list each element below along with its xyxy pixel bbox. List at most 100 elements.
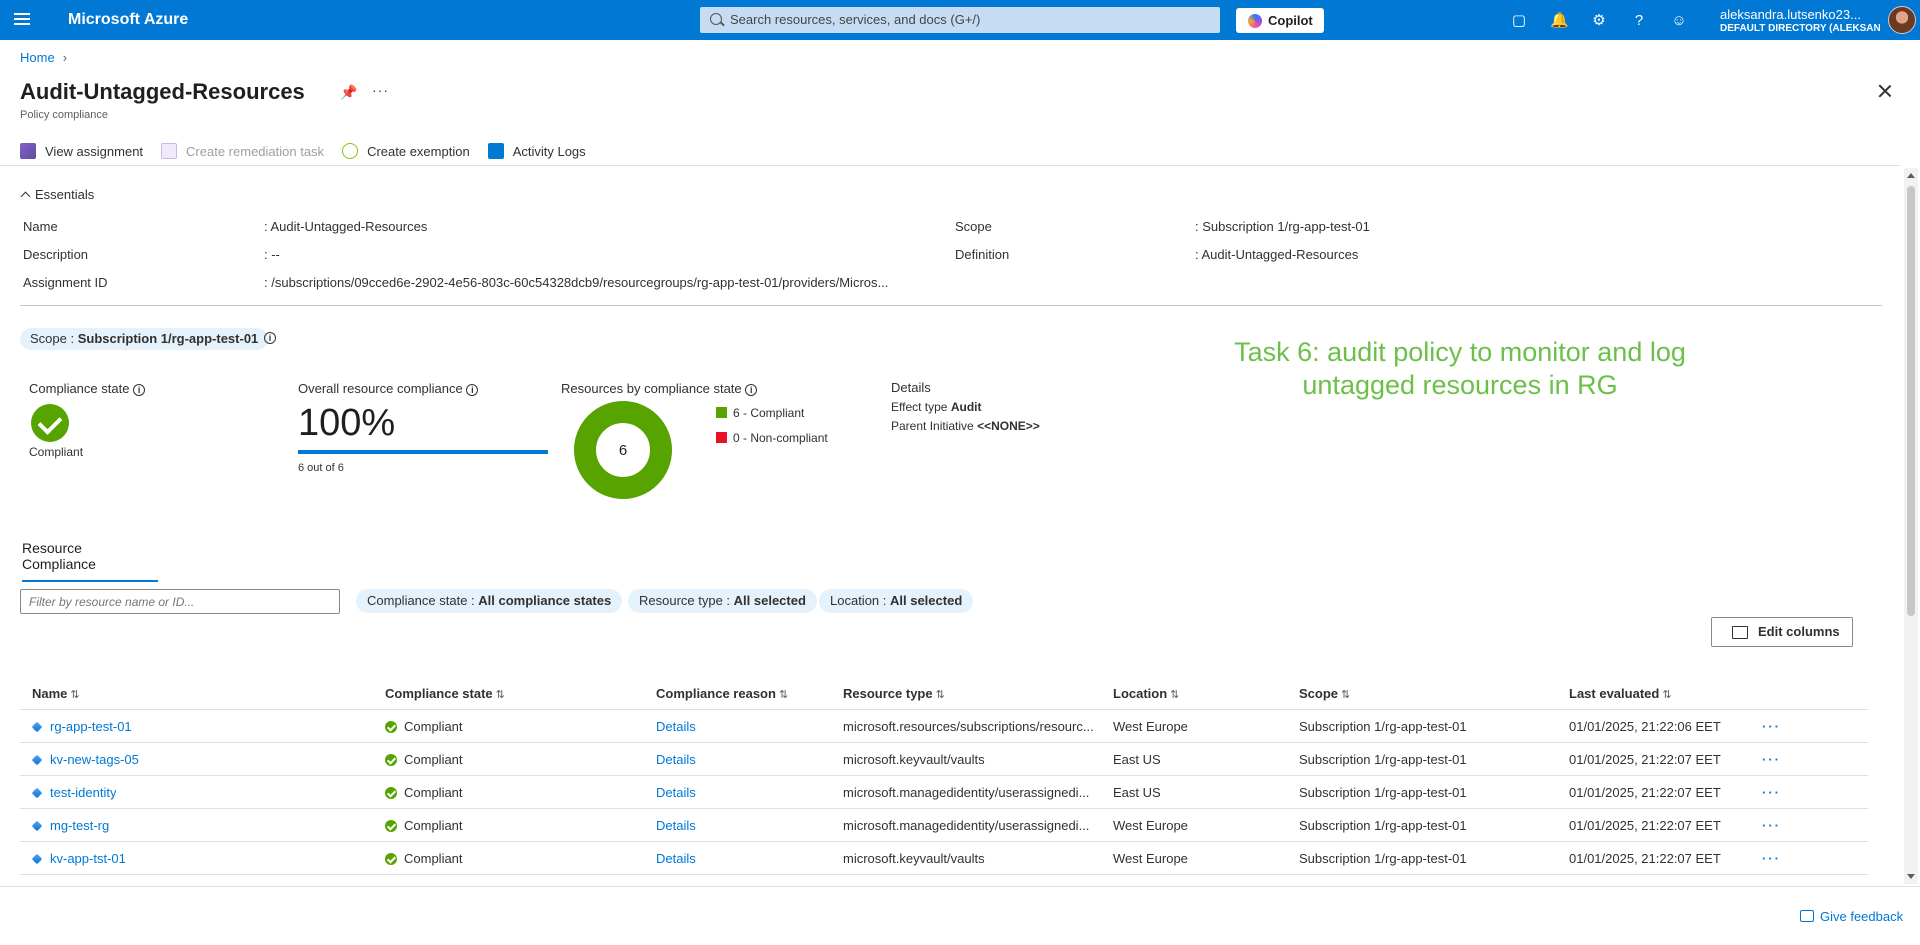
info-icon[interactable]: i (264, 332, 276, 344)
cell-state: Compliant (385, 752, 463, 767)
column-header-location[interactable]: Location ⇅ (1113, 686, 1179, 701)
essentials-assignment-id-label: Assignment ID (23, 275, 108, 290)
cell-name[interactable]: mg-test-rg (32, 818, 109, 833)
effect-type-row: Effect type Audit (891, 400, 1040, 414)
essentials-definition-label: Definition (955, 247, 1010, 262)
activity-logs-button[interactable]: Activity Logs (487, 143, 586, 159)
breadcrumb-home[interactable]: Home (20, 50, 55, 65)
more-options-icon[interactable]: ··· (372, 82, 389, 98)
scrollbar-thumb[interactable] (1907, 186, 1915, 616)
cell-state: Compliant (385, 818, 463, 833)
compliance-state-filter[interactable]: Compliance state : All compliance states (356, 589, 623, 613)
cell-location: East US (1113, 752, 1161, 767)
cell-name[interactable]: kv-app-tst-01 (32, 851, 126, 866)
cell-scope: Subscription 1/rg-app-test-01 (1299, 752, 1467, 767)
sort-icon: ⇅ (1170, 689, 1180, 701)
cell-reason[interactable]: Details (656, 752, 696, 767)
cell-more[interactable]: ··· (1762, 851, 1781, 866)
view-assignment-button[interactable]: View assignment (20, 143, 143, 159)
sort-icon: ⇅ (1662, 689, 1672, 701)
column-header-resource-type[interactable]: Resource type ⇅ (843, 686, 945, 701)
cell-name[interactable]: test-identity (32, 785, 116, 800)
cell-location: West Europe (1113, 818, 1188, 833)
global-search-input[interactable]: Search resources, services, and docs (G+… (700, 7, 1220, 33)
hamburger-menu-icon[interactable] (14, 10, 34, 30)
footer-divider (0, 886, 1920, 887)
create-exemption-button[interactable]: Create exemption (342, 143, 470, 159)
gear-icon[interactable]: ⚙ (1590, 12, 1608, 30)
pin-icon[interactable]: 📌 (340, 84, 357, 100)
sort-icon: ⇅ (1341, 689, 1351, 701)
vertical-scrollbar[interactable] (1904, 168, 1918, 884)
column-header-name[interactable]: Name ⇅ (32, 686, 80, 701)
cloud-shell-icon[interactable]: ▢ (1510, 12, 1528, 30)
scope-pill[interactable]: Scope : Subscription 1/rg-app-test-01 (20, 328, 269, 350)
cell-evaluated: 01/01/2025, 21:22:07 EET (1569, 818, 1721, 833)
create-remediation-button[interactable]: Create remediation task (161, 143, 324, 159)
table-header: Name ⇅ Compliance state ⇅ Compliance reaso… (20, 677, 1868, 710)
account-menu[interactable]: aleksandra.lutsenko23... DEFAULT DIRECTO… (1720, 7, 1880, 34)
cell-more[interactable]: ··· (1762, 818, 1781, 833)
avatar[interactable] (1888, 6, 1916, 34)
resource-type-filter[interactable]: Resource type : All selected (628, 589, 817, 613)
info-icon[interactable]: i (133, 383, 146, 396)
cell-text: Compliant (404, 851, 463, 866)
table-row[interactable]: kv-new-tags-05 Compliant Details microsoft.… (20, 743, 1868, 776)
cell-name[interactable]: rg-app-test-01 (32, 719, 132, 734)
page-subtitle: Policy compliance (20, 109, 109, 121)
search-placeholder: Search resources, services, and docs (G+… (730, 12, 981, 27)
cell-evaluated: 01/01/2025, 21:22:07 EET (1569, 752, 1721, 767)
table-row[interactable]: rg-app-test-01 Compliant Details microsoft.… (20, 710, 1868, 743)
legend-item-noncompliant: 0 - Non-compliant (716, 431, 828, 445)
parent-initiative-value: <<NONE>> (977, 419, 1040, 433)
portal-brand[interactable]: Microsoft Azure (68, 11, 188, 29)
close-icon[interactable] (1876, 82, 1894, 100)
sort-icon: ⇅ (935, 689, 945, 701)
column-header-scope[interactable]: Scope ⇅ (1299, 686, 1350, 701)
breadcrumb[interactable]: Home › (20, 50, 67, 65)
feedback-icon[interactable]: ☺ (1670, 12, 1688, 30)
cell-text: test-identity (50, 785, 117, 800)
info-icon[interactable]: i (466, 383, 479, 396)
cell-reason[interactable]: Details (656, 818, 696, 833)
cell-scope: Subscription 1/rg-app-test-01 (1299, 719, 1467, 734)
cell-reason[interactable]: Details (656, 785, 696, 800)
cell-reason[interactable]: Details (656, 719, 696, 734)
location-filter[interactable]: Location : All selected (819, 589, 974, 613)
type-filter-value: All selected (733, 593, 806, 608)
column-header-last-evaluated[interactable]: Last evaluated ⇅ (1569, 686, 1672, 701)
table-row[interactable]: mg-test-rg Compliant Details microsoft.mana… (20, 809, 1868, 842)
cell-text: West Europe (1113, 719, 1188, 734)
parent-initiative-label: Parent Initiative (891, 419, 974, 433)
give-feedback-link[interactable]: Give feedback (1800, 909, 1903, 924)
scroll-up-icon[interactable] (1907, 173, 1915, 178)
help-icon[interactable]: ? (1630, 12, 1648, 30)
command-bar: View assignment Create remediation task … (20, 140, 604, 162)
sort-icon: ⇅ (778, 689, 789, 701)
table-row[interactable]: kv-app-tst-01 Compliant Details microsoft.k… (20, 842, 1868, 875)
cell-name[interactable]: kv-new-tags-05 (32, 752, 139, 767)
cell-reason[interactable]: Details (656, 851, 696, 866)
essentials-toggle[interactable]: Essentials (20, 187, 94, 202)
resource-icon (32, 754, 43, 766)
scroll-down-icon[interactable] (1907, 874, 1915, 879)
cell-more[interactable]: ··· (1762, 785, 1781, 800)
table-row[interactable]: test-identity Compliant Details microsoft.m… (20, 776, 1868, 809)
resource-compliance-table: Name ⇅ Compliance state ⇅ Compliance reaso… (20, 677, 1868, 875)
tab-resource-compliance[interactable]: Resource Compliance (22, 540, 158, 582)
compliance-donut-chart: 6 (574, 401, 672, 499)
info-icon[interactable]: i (745, 383, 758, 396)
resource-filter-input[interactable] (20, 589, 340, 614)
copilot-button[interactable]: Copilot (1236, 8, 1324, 33)
cell-text: Compliant (404, 785, 463, 800)
edit-columns-button[interactable]: Edit columns (1711, 617, 1853, 647)
column-header-compliance-reason[interactable]: Compliance reason ⇅ (656, 686, 788, 701)
cell-more[interactable]: ··· (1762, 719, 1781, 734)
resource-icon (32, 820, 43, 832)
column-header-compliance-state[interactable]: Compliance state ⇅ (385, 686, 505, 701)
cell-type: microsoft.managedidentity/userassignedi.… (843, 818, 1093, 833)
more-actions-icon: ··· (1762, 752, 1781, 767)
feedback-icon (1800, 910, 1814, 922)
bell-icon[interactable]: 🔔 (1550, 12, 1569, 30)
cell-more[interactable]: ··· (1762, 752, 1781, 767)
